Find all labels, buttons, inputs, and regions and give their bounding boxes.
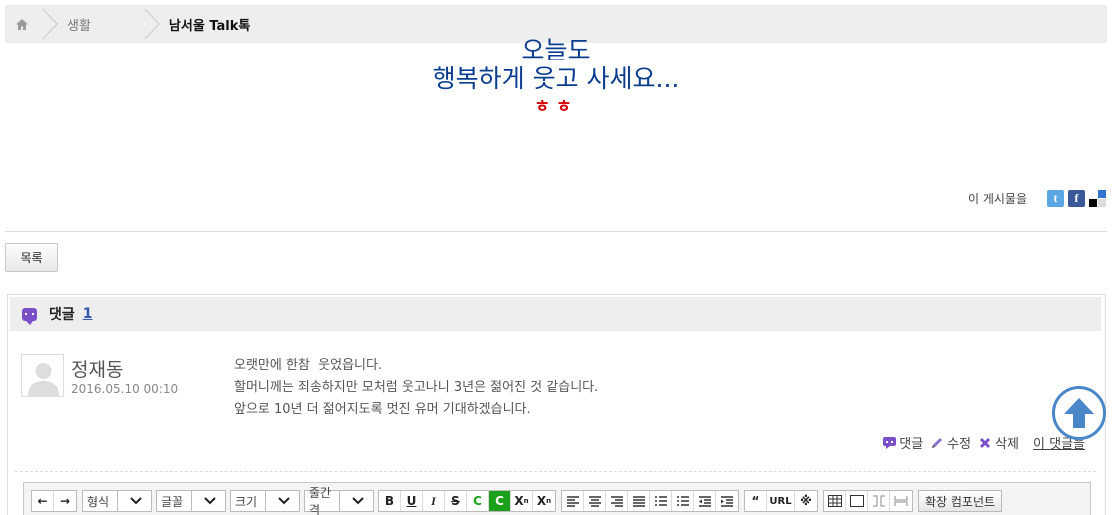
link-button[interactable]: URL — [767, 491, 795, 511]
size-select[interactable]: 크기 — [230, 490, 300, 512]
font-select-label: 글꼴 — [161, 494, 184, 509]
breadcrumb-current[interactable]: 남서울 Talk톡 — [165, 15, 250, 34]
scroll-top-button[interactable] — [1052, 386, 1106, 440]
close-icon — [980, 437, 991, 448]
chevron-down-icon — [338, 491, 374, 511]
divider — [15, 471, 1096, 472]
facebook-icon[interactable]: f — [1068, 190, 1085, 207]
format-select[interactable]: 형식 — [82, 490, 152, 512]
format-select-label: 형식 — [87, 494, 110, 509]
bold-button[interactable]: B — [379, 491, 401, 511]
pencil-icon — [932, 437, 943, 448]
twitter-icon[interactable]: t — [1047, 190, 1064, 207]
reply-label: 댓글 — [899, 437, 924, 452]
arrow-up-icon — [1064, 398, 1094, 428]
speech-bubble-icon — [883, 436, 897, 449]
history-group: ← → — [31, 490, 77, 512]
speech-bubble-icon — [22, 307, 37, 325]
strikethrough-button[interactable]: S — [445, 491, 467, 511]
special-char-icon[interactable]: ※ — [795, 491, 817, 511]
avatar — [21, 354, 64, 397]
align-right-icon[interactable] — [606, 491, 628, 511]
underline-button[interactable]: U — [401, 491, 423, 511]
divider — [5, 231, 1107, 232]
background-color-button[interactable]: C — [489, 491, 511, 511]
comment-text: 오랫만에 한참 웃었읍니다. 할머니께는 죄송하지만 모처럼 웃고나니 3년은 … — [234, 355, 598, 421]
font-select[interactable]: 글꼴 — [156, 490, 226, 512]
reply-button[interactable]: 댓글 — [883, 433, 923, 452]
editor-toolbar: ← → 형식 글꼴 크기 줄간격 B U I S C C Xn Xn “ URL… — [23, 482, 1091, 515]
comment-actions: 댓글 수정 삭제 이 댓글을 — [876, 433, 1085, 452]
article-line-2: 행복하게 웃고 사세요... — [432, 64, 680, 93]
page: 생활 남서울 Talk톡 오늘도 행복하게 웃고 사세요... ㅎㅎ 이 게시물… — [0, 0, 1112, 515]
format-group: B U I S C C Xn Xn — [378, 490, 556, 512]
comment-title: 댓글 — [49, 307, 75, 323]
table-group — [823, 490, 913, 512]
outdent-icon[interactable] — [694, 491, 716, 511]
undo-icon[interactable]: ← — [32, 491, 54, 511]
superscript-button[interactable]: Xn — [511, 491, 533, 511]
comment-header: 댓글 1 — [10, 297, 1101, 331]
extension-component-button[interactable]: 확장 컴포넌트 — [918, 490, 1003, 512]
line-height-select[interactable]: 줄간격 — [304, 486, 374, 515]
comment-date: 2016.05.10 00:10 — [71, 382, 179, 396]
align-justify-icon[interactable] — [628, 491, 650, 511]
delete-label: 삭제 — [995, 437, 1020, 452]
ordered-list-icon[interactable] — [650, 491, 672, 511]
quote-icon[interactable]: “ — [745, 491, 767, 511]
delicious-icon[interactable] — [1089, 190, 1106, 207]
table-icon[interactable] — [824, 491, 846, 511]
toolbar-row: ← → 형식 글꼴 크기 줄간격 B U I S C C Xn Xn “ URL… — [31, 486, 1003, 515]
merge-cells-icon[interactable] — [868, 491, 890, 511]
chevron-down-icon — [264, 491, 300, 511]
align-center-icon[interactable] — [584, 491, 606, 511]
box-icon[interactable] — [846, 491, 868, 511]
comment-line: 오랫만에 한참 웃었읍니다. — [234, 358, 383, 373]
subscript-label: X — [536, 494, 547, 508]
comment-author: 정재동 — [71, 359, 124, 381]
subscript-button[interactable]: Xn — [533, 491, 555, 511]
indent-icon[interactable] — [716, 491, 738, 511]
share-bar: 이 게시물을 t f — [968, 190, 1106, 207]
line-height-select-label: 줄간격 — [309, 486, 332, 515]
split-cells-icon[interactable] — [890, 491, 912, 511]
text-color-button[interactable]: C — [467, 491, 489, 511]
size-select-label: 크기 — [235, 494, 258, 509]
align-group — [561, 490, 739, 512]
edit-label: 수정 — [947, 437, 972, 452]
comment-count[interactable]: 1 — [83, 306, 93, 322]
superscript-label: X — [514, 494, 524, 508]
comment-line: 할머니께는 죄송하지만 모처럼 웃고나니 3년은 젊어진 것 같습니다. — [234, 380, 599, 395]
article-body: 오늘도 행복하게 웃고 사세요... ㅎㅎ — [0, 36, 1112, 118]
chevron-down-icon — [116, 491, 152, 511]
insert-group: “ URL ※ — [744, 490, 818, 512]
article-line-3: ㅎㅎ — [534, 97, 578, 117]
share-label: 이 게시물을 — [967, 192, 1027, 206]
italic-button[interactable]: I — [423, 491, 445, 511]
delete-button[interactable]: 삭제 — [978, 433, 1019, 452]
edit-button[interactable]: 수정 — [930, 433, 971, 452]
redo-icon[interactable]: → — [54, 491, 76, 511]
comment-line: 앞으로 10년 더 젊어지도록 멋진 유머 기대하겠습니다. — [234, 402, 531, 417]
align-left-icon[interactable] — [562, 491, 584, 511]
chevron-down-icon — [190, 491, 226, 511]
article-line-1: 오늘도 — [521, 36, 591, 60]
list-button[interactable]: 목록 — [5, 243, 58, 272]
unordered-list-icon[interactable] — [672, 491, 694, 511]
breadcrumb-item-life[interactable]: 생활 — [63, 15, 101, 34]
